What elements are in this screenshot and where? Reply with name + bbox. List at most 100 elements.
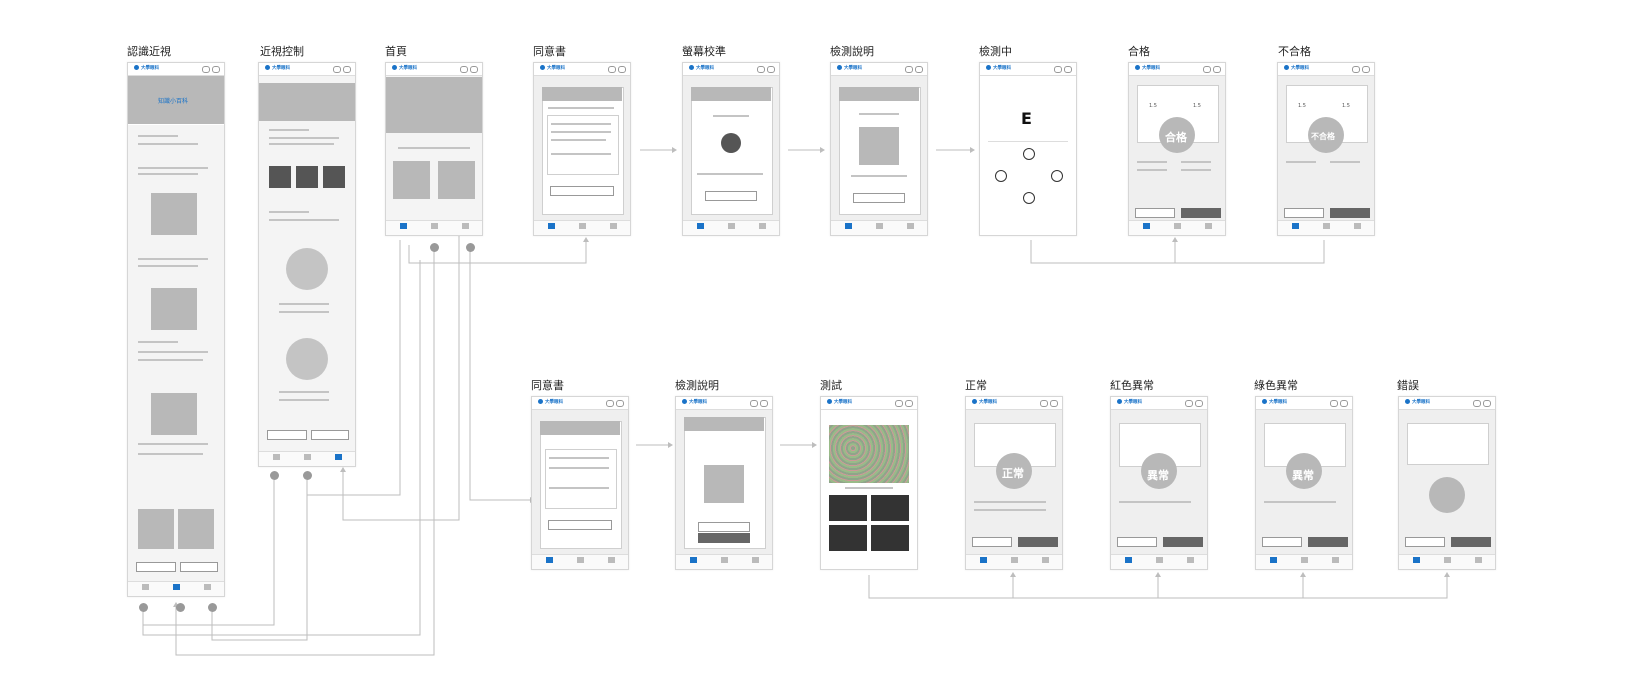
brand-logo: 大學眼科 xyxy=(837,65,862,71)
location-icon[interactable] xyxy=(212,66,220,73)
brand-logo: 大學眼科 xyxy=(265,65,290,71)
brand-logo: 大學眼科 xyxy=(1405,399,1430,405)
screen-test-intro-2: 大學眼科 xyxy=(675,396,773,570)
start-button[interactable] xyxy=(853,193,905,203)
user-icon[interactable] xyxy=(905,66,913,73)
screen-consent: 大學眼科 xyxy=(533,62,631,236)
brand-logo: 大學眼科 xyxy=(972,399,997,405)
location-icon[interactable] xyxy=(616,400,624,407)
pass-stamp: 合格 xyxy=(1165,131,1187,144)
normal-stamp: 正常 xyxy=(1002,467,1024,480)
user-icon[interactable] xyxy=(606,400,614,407)
location-icon[interactable] xyxy=(618,66,626,73)
arrow-down-button[interactable] xyxy=(1023,192,1035,204)
user-icon[interactable] xyxy=(1473,400,1481,407)
user-icon[interactable] xyxy=(1040,400,1048,407)
red-abnormal-stamp: 異常 xyxy=(1147,469,1169,482)
user-icon[interactable] xyxy=(1185,400,1193,407)
location-icon[interactable] xyxy=(760,400,768,407)
retest-button[interactable] xyxy=(1262,537,1302,547)
retest-button[interactable] xyxy=(1284,208,1324,218)
answer-option[interactable] xyxy=(829,495,867,521)
screen-myopia-control: 大學眼科 xyxy=(258,62,356,467)
color-test-card[interactable] xyxy=(438,161,475,199)
home-button[interactable] xyxy=(1330,208,1370,218)
next-button[interactable] xyxy=(698,522,750,532)
brand-logo: 大學眼科 xyxy=(540,65,565,71)
user-icon[interactable] xyxy=(333,66,341,73)
brand-logo: 大學眼科 xyxy=(1135,65,1160,71)
next-button[interactable] xyxy=(705,191,757,201)
link-dot xyxy=(208,603,217,612)
screen-color-test: 大學眼科 xyxy=(820,396,918,570)
location-icon[interactable] xyxy=(343,66,351,73)
location-icon[interactable] xyxy=(1362,66,1370,73)
location-icon[interactable] xyxy=(1064,66,1072,73)
user-icon[interactable] xyxy=(202,66,210,73)
location-icon[interactable] xyxy=(1340,400,1348,407)
eye-chart-letter: E xyxy=(1021,109,1032,128)
fail-stamp: 不合格 xyxy=(1311,132,1335,141)
location-icon[interactable] xyxy=(1213,66,1221,73)
brand-logo: 大學眼科 xyxy=(986,65,1011,71)
home-button[interactable] xyxy=(1018,537,1058,547)
location-icon[interactable] xyxy=(470,66,478,73)
screen-fail: 大學眼科 1.5 1.5 不合格 xyxy=(1277,62,1375,236)
screen-error: 大學眼科 xyxy=(1398,396,1496,570)
home-button[interactable] xyxy=(1451,537,1491,547)
pass-left-value: 1.5 xyxy=(1149,103,1157,109)
arrow-up-button[interactable] xyxy=(1023,148,1035,160)
brand-logo: 大學眼科 xyxy=(689,65,714,71)
retest-button[interactable] xyxy=(1117,537,1157,547)
retest-button[interactable] xyxy=(1135,208,1175,218)
brand-logo: 大學眼科 xyxy=(682,399,707,405)
fail-right-value: 1.5 xyxy=(1342,103,1350,109)
location-icon[interactable] xyxy=(1050,400,1058,407)
green-abnormal-stamp: 異常 xyxy=(1292,469,1314,482)
user-icon[interactable] xyxy=(750,400,758,407)
link-dot xyxy=(430,243,439,252)
retest-button[interactable] xyxy=(972,537,1012,547)
screen-pass: 大學眼科 1.5 1.5 合格 xyxy=(1128,62,1226,236)
location-icon[interactable] xyxy=(905,400,913,407)
user-icon[interactable] xyxy=(895,400,903,407)
user-icon[interactable] xyxy=(1352,66,1360,73)
brand-logo: 大學眼科 xyxy=(538,399,563,405)
location-icon[interactable] xyxy=(915,66,923,73)
location-icon[interactable] xyxy=(1195,400,1203,407)
screen-normal: 大學眼科 正常 xyxy=(965,396,1063,570)
start-button[interactable] xyxy=(698,533,750,543)
fail-left-value: 1.5 xyxy=(1298,103,1306,109)
user-icon[interactable] xyxy=(1054,66,1062,73)
answer-option[interactable] xyxy=(871,525,909,551)
user-icon[interactable] xyxy=(608,66,616,73)
home-button[interactable] xyxy=(1163,537,1203,547)
location-icon[interactable] xyxy=(1483,400,1491,407)
next-button[interactable] xyxy=(550,186,614,196)
user-icon[interactable] xyxy=(757,66,765,73)
answer-option[interactable] xyxy=(829,525,867,551)
location-icon[interactable] xyxy=(767,66,775,73)
user-icon[interactable] xyxy=(1203,66,1211,73)
screen-calibration: 大學眼科 xyxy=(682,62,780,236)
link-dot xyxy=(270,471,279,480)
user-icon[interactable] xyxy=(1330,400,1338,407)
home-button[interactable] xyxy=(1308,537,1348,547)
know-title: 知識小百科 xyxy=(158,98,189,105)
screen-green-abnormal: 大學眼科 異常 xyxy=(1255,396,1353,570)
link-dot xyxy=(466,243,475,252)
answer-option[interactable] xyxy=(871,495,909,521)
screen-test-intro: 大學眼科 xyxy=(830,62,928,236)
link-dot xyxy=(176,603,185,612)
screen-home: 大學眼科 xyxy=(385,62,483,236)
pass-right-value: 1.5 xyxy=(1193,103,1201,109)
next-button[interactable] xyxy=(548,520,612,530)
arrow-left-button[interactable] xyxy=(995,170,1007,182)
arrow-right-button[interactable] xyxy=(1051,170,1063,182)
ishihara-plate xyxy=(829,425,909,483)
home-button[interactable] xyxy=(1181,208,1221,218)
user-icon[interactable] xyxy=(460,66,468,73)
vision-test-card[interactable] xyxy=(393,161,430,199)
link-dot xyxy=(303,471,312,480)
retest-button[interactable] xyxy=(1405,537,1445,547)
